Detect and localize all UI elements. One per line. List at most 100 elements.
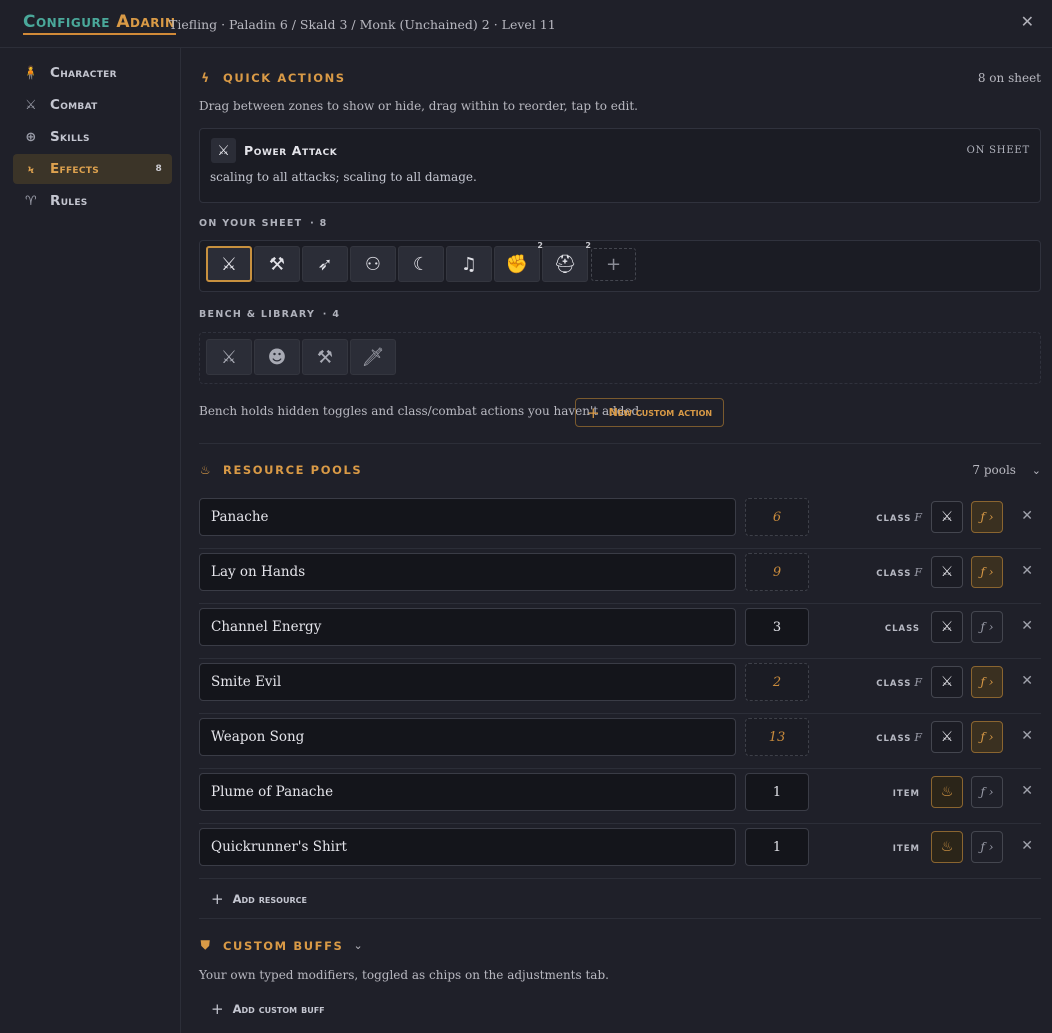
on-sheet-zone[interactable]: ⚔ ⚒ ➶ ⚇ ☾ ♫ ✊ 2 ⛑ 2 + <box>199 240 1041 292</box>
resource-value-field[interactable]: 13 <box>745 718 809 756</box>
flask-icon[interactable]: ♨ <box>931 831 963 863</box>
sidebar-item-label: Combat <box>50 97 98 113</box>
axe-icon[interactable]: ⚒ <box>302 339 348 375</box>
formula-button[interactable]: ƒ › <box>971 666 1003 698</box>
tag-label: ITEM <box>892 789 920 799</box>
add-resource-button[interactable]: + Add resource <box>211 890 307 908</box>
crossed-swords-icon: ⚔ <box>25 97 37 113</box>
zone-label-text: BENCH & LIBRARY <box>199 309 316 320</box>
button-label: Add resource <box>232 892 307 906</box>
sidebar-item-skills[interactable]: ⊕ Skills <box>13 122 172 152</box>
close-icon[interactable]: ✕ <box>1021 508 1033 524</box>
power-attack-icon[interactable]: ⚔ <box>206 246 252 282</box>
alien-mask-icon[interactable]: ☻ <box>254 339 300 375</box>
effects-count-badge: 8 <box>155 164 162 174</box>
resource-name-input[interactable]: Lay on Hands <box>199 553 736 591</box>
table-row: Lay on Hands 9 CLASS F ⚔ ƒ › ✕ <box>199 549 1041 604</box>
close-icon[interactable]: ✕ <box>1021 673 1033 689</box>
sidebar-item-label: Character <box>50 65 117 81</box>
flask-icon: ♨ <box>199 463 213 477</box>
sidebar-item-character[interactable]: 🧍 Character <box>13 58 172 88</box>
crescent-slash-icon[interactable]: ☾ <box>398 246 444 282</box>
custom-buffs-description: Your own typed modifiers, toggled as chi… <box>199 968 609 982</box>
lightning-icon: ϟ <box>201 71 211 85</box>
crossed-swords-icon[interactable]: ⚔ <box>931 556 963 588</box>
selected-action-card[interactable]: ⚔ Power Attack ON SHEET scaling to all a… <box>199 128 1041 203</box>
plus-icon: + <box>211 890 224 908</box>
close-icon[interactable]: ✕ <box>1021 783 1033 799</box>
dagger-icon[interactable]: 🗡 <box>350 339 396 375</box>
formula-button[interactable]: ƒ › <box>971 831 1003 863</box>
source-tag: ITEM <box>893 786 923 799</box>
bench-zone[interactable]: ⚔ ☻ ⚒ 🗡 <box>199 332 1041 384</box>
crossed-swords-icon[interactable]: ⚔ <box>931 611 963 643</box>
close-icon[interactable]: ✕ <box>1021 618 1033 634</box>
flurry-fist-icon[interactable]: ✊ 2 <box>494 241 543 282</box>
close-icon[interactable]: ✕ <box>1021 12 1034 31</box>
close-icon[interactable]: ✕ <box>1021 563 1033 579</box>
person-icon: 🧍 <box>22 65 40 81</box>
winged-helm-icon[interactable]: ⛑ 2 <box>542 241 591 282</box>
header: Configure Adarin Tiefling · Paladin 6 / … <box>0 0 1052 48</box>
table-row: Panache 6 CLASS F ⚔ ƒ › ✕ <box>199 494 1041 549</box>
resource-name-input[interactable]: Channel Energy <box>199 608 736 646</box>
resource-value-field[interactable]: 1 <box>745 773 809 811</box>
new-custom-action-button[interactable]: + New custom action <box>575 398 725 427</box>
pools-count-toggle[interactable]: 7 pools ⌄ <box>972 463 1041 477</box>
resource-value-field[interactable]: 2 <box>745 663 809 701</box>
formula-button[interactable]: ƒ › <box>971 721 1003 753</box>
crossed-blades-icon[interactable]: ⚔ <box>206 339 252 375</box>
tag-label: CLASS <box>884 624 920 634</box>
resource-name-input[interactable]: Quickrunner's Shirt <box>199 828 736 866</box>
table-row: Channel Energy 3 CLASS ⚔ ƒ › ✕ <box>199 604 1041 659</box>
sidebar-item-rules[interactable]: ♈ Rules <box>13 186 172 216</box>
flask-icon[interactable]: ♨ <box>931 776 963 808</box>
zone-count: 4 <box>332 309 341 320</box>
plus-icon: + <box>211 1000 224 1018</box>
ram-skull-icon: ♈ <box>25 193 37 209</box>
formula-button[interactable]: ƒ › <box>971 776 1003 808</box>
sidebar-item-combat[interactable]: ⚔ Combat <box>13 90 172 120</box>
axe-strike-icon[interactable]: ⚒ <box>254 246 300 282</box>
zone-label-text: ON YOUR SHEET <box>199 218 303 229</box>
formula-flag: F <box>914 511 923 524</box>
add-custom-buff-button[interactable]: + Add custom buff <box>211 1000 325 1018</box>
close-icon[interactable]: ✕ <box>1021 838 1033 854</box>
resource-value-field[interactable]: 9 <box>745 553 809 591</box>
formula-flag: F <box>914 731 923 744</box>
source-tag: CLASS F <box>876 676 923 689</box>
resource-name-input[interactable]: Weapon Song <box>199 718 736 756</box>
formula-button[interactable]: ƒ › <box>971 556 1003 588</box>
close-icon[interactable]: ✕ <box>1021 728 1033 744</box>
crosshair-icon: ⊕ <box>25 129 37 145</box>
crossed-swords-icon[interactable]: ⚔ <box>931 666 963 698</box>
flurry-fist-glyph: ✊ <box>505 253 529 275</box>
custom-buffs-heading[interactable]: ⛊ CUSTOM BUFFS ⌄ <box>199 938 364 953</box>
sidebar-item-effects[interactable]: ϟ Effects 8 <box>13 154 172 184</box>
formula-button[interactable]: ƒ › <box>971 501 1003 533</box>
crossed-swords-icon[interactable]: ⚔ <box>931 501 963 533</box>
formula-button[interactable]: ƒ › <box>971 611 1003 643</box>
resource-name-input[interactable]: Smite Evil <box>199 663 736 701</box>
tile-badge: 2 <box>585 241 591 250</box>
tag-label: ITEM <box>892 844 920 854</box>
crossed-swords-icon[interactable]: ⚔ <box>931 721 963 753</box>
resource-name-input[interactable]: Plume of Panache <box>199 773 736 811</box>
charge-runner-icon[interactable]: ➶ <box>302 246 348 282</box>
formula-flag: F <box>914 566 923 579</box>
resource-value-field[interactable]: 1 <box>745 828 809 866</box>
table-row: Plume of Panache 1 ITEM ♨ ƒ › ✕ <box>199 769 1041 824</box>
table-row: Weapon Song 13 CLASS F ⚔ ƒ › ✕ <box>199 714 1041 769</box>
twin-figures-icon[interactable]: ⚇ <box>350 246 396 282</box>
resource-value-field[interactable]: 3 <box>745 608 809 646</box>
zone-separator: · <box>310 218 315 229</box>
resource-name-input[interactable]: Panache <box>199 498 736 536</box>
sidebar-item-label: Skills <box>50 129 90 145</box>
add-action-button[interactable]: + <box>591 248 636 281</box>
formula-flag: F <box>914 676 923 689</box>
resource-pools-heading: ♨ RESOURCE POOLS <box>199 463 362 477</box>
tag-label: CLASS <box>876 679 912 689</box>
resource-value-field[interactable]: 6 <box>745 498 809 536</box>
lyre-icon[interactable]: ♫ <box>446 246 492 282</box>
chevron-down-icon: ⌄ <box>1031 464 1041 477</box>
